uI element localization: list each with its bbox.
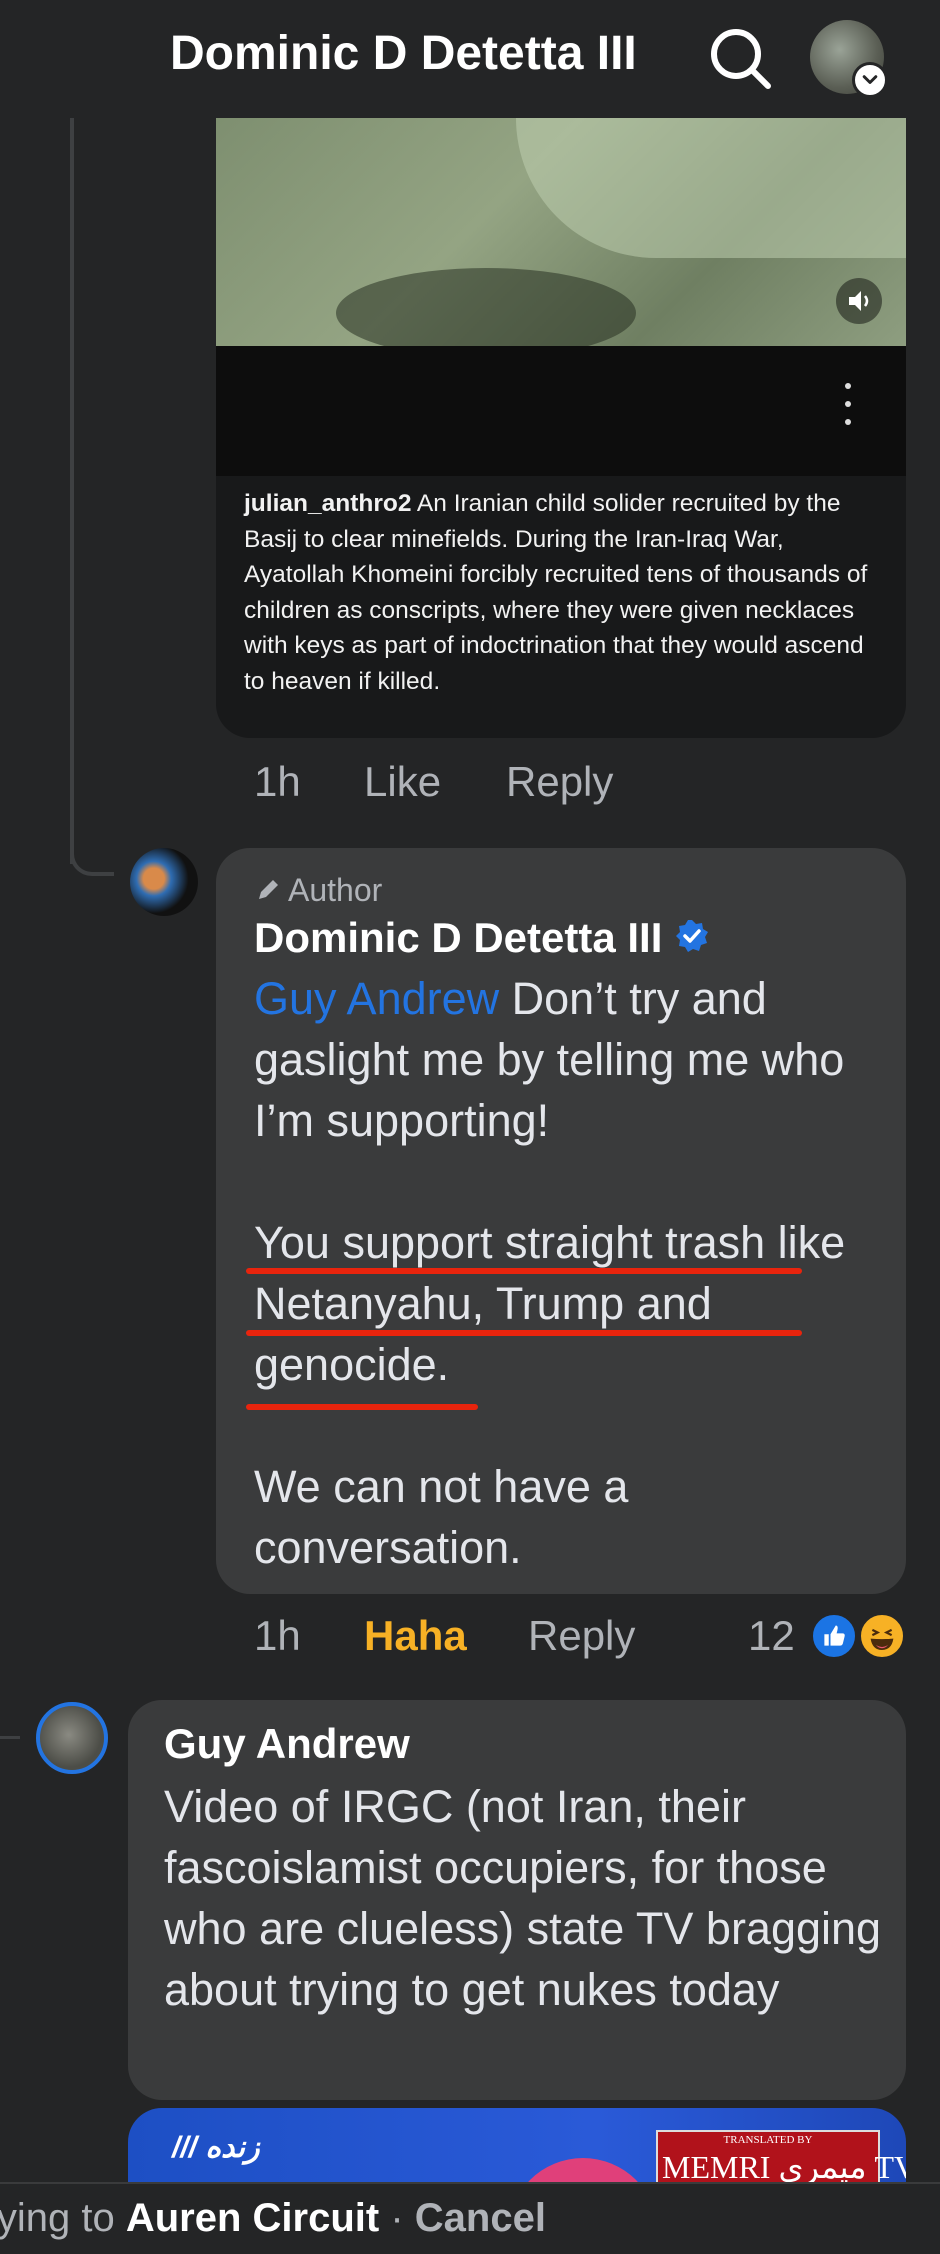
watermark-text: MEMRI ميمري TV — [662, 2149, 906, 2185]
haha-reaction-button[interactable]: Haha — [364, 1612, 467, 1660]
commenter-name[interactable]: Dominic D Detetta III — [254, 914, 662, 962]
haha-reaction-icon — [858, 1612, 906, 1660]
reply-target: Auren Circuit — [125, 2196, 380, 2240]
top-bar: Dominic D Detetta III — [0, 0, 940, 118]
thread-stub — [0, 1736, 20, 1739]
chevron-down-icon[interactable] — [852, 62, 888, 98]
caption-text: An Iranian child solider recruited by th… — [244, 490, 868, 695]
video-shape — [516, 118, 906, 258]
cancel-button[interactable]: Cancel — [415, 2196, 546, 2240]
commenter-name[interactable]: Guy Andrew — [164, 1720, 410, 1768]
reply-button[interactable]: Reply — [528, 1612, 635, 1660]
watermark-caption: TRANSLATED BY — [723, 2134, 813, 2146]
avatar[interactable] — [36, 1702, 108, 1774]
search-icon[interactable] — [702, 20, 778, 96]
more-icon[interactable] — [836, 376, 860, 436]
comment-text: Video of IRGC (not Iran, their fascoisla… — [164, 1781, 882, 2015]
separator: · — [379, 2196, 415, 2240]
author-badge-label: Author — [288, 872, 383, 908]
caption-username[interactable]: julian_anthro2 — [244, 490, 411, 517]
like-reaction-icon — [810, 1612, 858, 1660]
underline-mark — [246, 1330, 802, 1336]
thread-line — [70, 118, 74, 864]
redacted-area — [216, 346, 906, 476]
avatar[interactable] — [130, 848, 198, 916]
comment-time: 1h — [254, 758, 301, 805]
memri-watermark: TRANSLATED BY MEMRI ميمري TV — [656, 2130, 906, 2190]
replying-prefix: lying to — [0, 2196, 126, 2240]
speaker-icon[interactable] — [836, 278, 882, 324]
comment-time: 1h — [254, 1612, 301, 1659]
video-shadow — [336, 268, 636, 358]
page-title: Dominic D Detetta III — [170, 27, 637, 80]
thread-elbow — [70, 830, 114, 876]
video-thumbnail[interactable] — [216, 118, 906, 358]
underline-mark — [246, 1404, 478, 1410]
replying-to-text: lying to Auren Circuit · Cancel — [0, 2196, 546, 2241]
comment-text-2: You support straight trash like Netanyah… — [254, 1217, 846, 1390]
comment-text-3: We can not have a conversation. — [254, 1461, 629, 1573]
media-caption: julian_anthro2 An Iranian child solider … — [244, 486, 884, 699]
author-badge: Author — [254, 872, 382, 909]
reaction-count[interactable]: 12 — [748, 1612, 795, 1660]
like-button[interactable]: Like — [364, 758, 441, 806]
comment-text: Guy Andrew Don’t try and gaslight me by … — [254, 968, 884, 1151]
mention-link[interactable]: Guy Andrew — [254, 973, 499, 1024]
pencil-icon — [259, 880, 278, 899]
channel-logo: /// زنده — [172, 2131, 260, 2164]
underline-mark — [246, 1268, 802, 1274]
embedded-media-card[interactable]: julian_anthro2 An Iranian child solider … — [216, 118, 906, 738]
reply-button[interactable]: Reply — [506, 758, 613, 806]
verified-badge-icon — [676, 920, 708, 952]
reply-bar: lying to Auren Circuit · Cancel — [0, 2182, 940, 2254]
